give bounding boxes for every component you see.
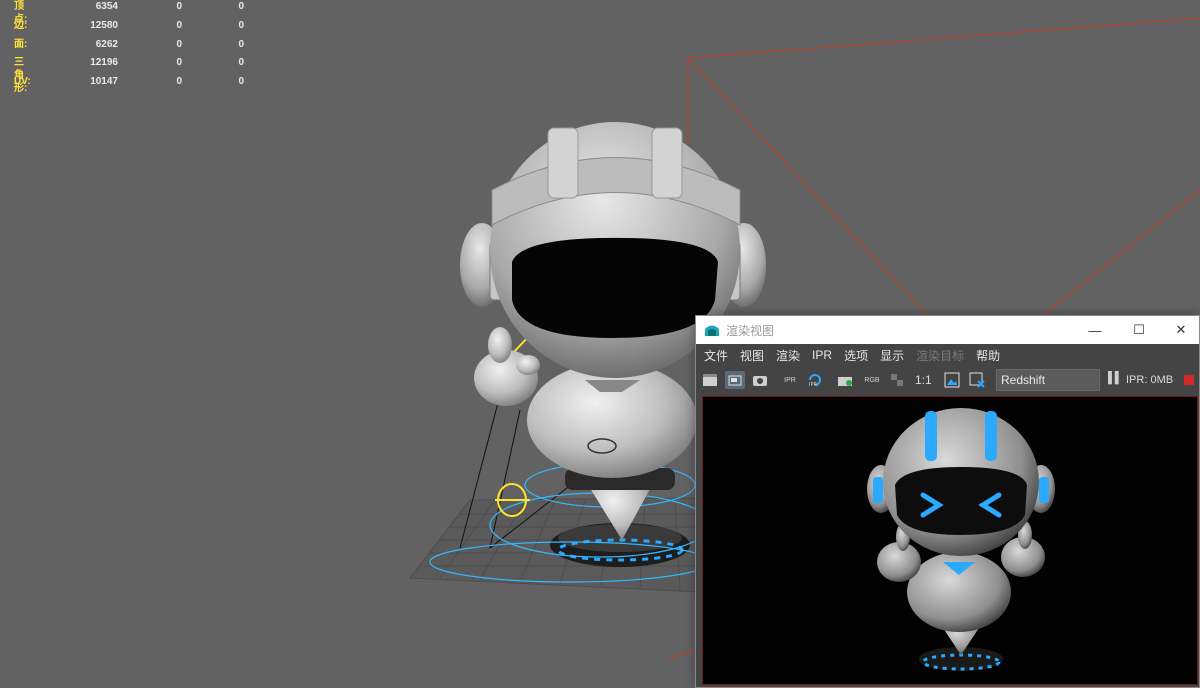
ipr-render-icon[interactable]: IPR: [780, 371, 800, 389]
snapshot-icon[interactable]: [750, 371, 770, 389]
menu-ipr[interactable]: IPR: [812, 348, 832, 362]
maximize-button[interactable]: ☐: [1117, 316, 1161, 344]
hud-value: 0: [238, 76, 244, 87]
minimize-button[interactable]: —: [1073, 316, 1117, 344]
refresh-ipr-icon[interactable]: IPR: [805, 371, 825, 389]
menu-render[interactable]: 渲染: [776, 347, 800, 364]
svg-text:IPR: IPR: [809, 382, 817, 387]
maya-app-icon: [705, 325, 719, 336]
menu-options[interactable]: 选项: [844, 347, 868, 364]
menu-render-target[interactable]: 渲染目标: [916, 347, 964, 364]
window-title: 渲染视图: [726, 323, 775, 338]
hud-value: 0: [176, 57, 182, 69]
hud-value: 12196: [90, 57, 118, 69]
render-output[interactable]: [702, 396, 1198, 685]
hud-value: 0: [238, 57, 244, 69]
pause-ipr-icon[interactable]: ▌▌: [1108, 372, 1123, 384]
render-sequence-icon[interactable]: [835, 371, 855, 389]
hud-value: 12580: [90, 19, 118, 31]
rgb-channels-icon[interactable]: RGB: [862, 371, 882, 389]
hud-value: 10147: [90, 76, 118, 87]
rendered-robot-image: [867, 408, 1055, 671]
render-toolbar: IPR IPR RGB 1:1 Redshift ▌▌ IPR: 0MB: [696, 366, 1199, 394]
hud-label: 面:: [14, 38, 28, 50]
hud-value: 0: [176, 19, 182, 31]
render-view-window[interactable]: 渲染视图 — ☐ ✕ 文件 视图 渲染 IPR 选项 显示 渲染目标 帮助 IP…: [695, 315, 1200, 688]
window-titlebar[interactable]: 渲染视图 — ☐ ✕: [696, 316, 1199, 344]
menu-file[interactable]: 文件: [704, 347, 728, 364]
hud-value: 0: [176, 76, 182, 87]
hud-value: 0: [176, 1, 182, 12]
hud-value: 0: [238, 19, 244, 31]
menu-view[interactable]: 视图: [740, 347, 764, 364]
hud-value: 0: [176, 38, 182, 50]
menu-bar: 文件 视图 渲染 IPR 选项 显示 渲染目标 帮助: [696, 344, 1199, 366]
robot-visor: [512, 237, 718, 338]
render-region-icon[interactable]: [725, 371, 745, 389]
hud-value: 6354: [95, 1, 118, 12]
close-button[interactable]: ✕: [1159, 316, 1200, 344]
render-frame-icon[interactable]: [700, 371, 720, 389]
stop-ipr-icon[interactable]: [1184, 375, 1194, 385]
menu-display[interactable]: 显示: [880, 347, 904, 364]
hud-value: 0: [238, 1, 244, 12]
display-image-icon[interactable]: [942, 371, 962, 389]
remove-image-icon[interactable]: [967, 371, 987, 389]
hud-label: UV:: [14, 76, 31, 87]
robot-body: [527, 362, 697, 478]
menu-help[interactable]: 帮助: [976, 347, 1000, 364]
alpha-channel-icon[interactable]: [887, 371, 907, 389]
hud-value: 0: [238, 38, 244, 50]
hud-label: 边:: [14, 19, 28, 31]
real-size-button[interactable]: 1:1: [915, 373, 932, 387]
ipr-memory-status: IPR: 0MB: [1126, 374, 1174, 386]
hud-value: 6262: [95, 38, 118, 50]
renderer-select[interactable]: Redshift: [996, 369, 1100, 391]
